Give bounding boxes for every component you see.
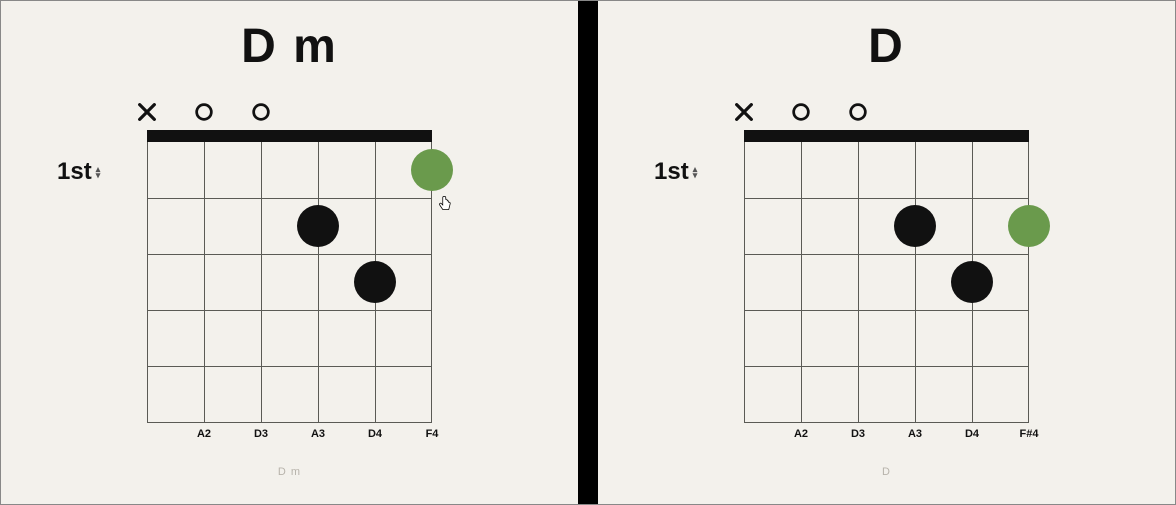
fret-line <box>744 310 1029 311</box>
fret-stepper[interactable]: ▴ ▾ <box>693 166 698 178</box>
fretboard-container: 1st ▴ ▾ <box>147 130 432 444</box>
chord-caption: D m <box>278 466 301 478</box>
fret-number-text: 1st <box>57 158 92 186</box>
finger-dot[interactable] <box>297 205 339 247</box>
string-line <box>801 142 802 422</box>
string-status-row <box>147 100 432 124</box>
string-line <box>318 142 319 422</box>
note-label: D4 <box>368 428 382 440</box>
fretboard[interactable] <box>744 142 1029 422</box>
chevron-down-icon[interactable]: ▾ <box>96 172 101 178</box>
fret-line <box>744 422 1029 423</box>
finger-dot-root[interactable] <box>1008 205 1050 247</box>
mute-icon <box>733 101 755 123</box>
mute-icon <box>136 101 158 123</box>
finger-dot[interactable] <box>354 261 396 303</box>
starting-fret-label: 1st ▴ ▾ <box>654 158 697 186</box>
fret-line <box>147 366 432 367</box>
starting-fret-label: 1st ▴ ▾ <box>57 158 100 186</box>
cursor-hand-icon <box>436 196 454 214</box>
note-label: D3 <box>254 428 268 440</box>
note-label: A2 <box>197 428 211 440</box>
open-string-icon <box>193 101 215 123</box>
string-line <box>147 142 148 422</box>
fret-line <box>147 310 432 311</box>
fret-stepper[interactable]: ▴ ▾ <box>96 166 101 178</box>
finger-dot[interactable] <box>894 205 936 247</box>
finger-dot[interactable] <box>951 261 993 303</box>
nut-bar <box>744 130 1029 142</box>
chord-name: D m <box>241 19 338 74</box>
chord-panel-d: D 1st ▴ ▾ <box>598 1 1175 504</box>
note-label: D3 <box>851 428 865 440</box>
open-string-icon <box>250 101 272 123</box>
fret-line <box>147 422 432 423</box>
fret-line <box>744 254 1029 255</box>
string-line <box>858 142 859 422</box>
note-label: D4 <box>965 428 979 440</box>
fret-number-text: 1st <box>654 158 689 186</box>
note-label: F4 <box>426 428 439 440</box>
string-line <box>915 142 916 422</box>
chevron-down-icon[interactable]: ▾ <box>693 172 698 178</box>
chord-name: D <box>868 19 905 74</box>
string-line <box>261 142 262 422</box>
string-line <box>744 142 745 422</box>
fret-line <box>147 254 432 255</box>
note-label: F#4 <box>1020 428 1039 440</box>
fret-line <box>744 198 1029 199</box>
nut-bar <box>147 130 432 142</box>
note-labels-row: A2 D3 A3 D4 F#4 <box>744 428 1029 444</box>
string-status-row <box>744 100 1029 124</box>
fret-line <box>744 366 1029 367</box>
note-label: A3 <box>908 428 922 440</box>
chord-panel-dm: D m 1st ▴ ▾ <box>1 1 578 504</box>
open-string-icon <box>790 101 812 123</box>
note-label: A2 <box>794 428 808 440</box>
note-label: A3 <box>311 428 325 440</box>
fretboard[interactable] <box>147 142 432 422</box>
finger-dot-root[interactable] <box>411 149 453 191</box>
string-line <box>204 142 205 422</box>
note-labels-row: A2 D3 A3 D4 F4 <box>147 428 432 444</box>
open-string-icon <box>847 101 869 123</box>
string-line <box>1028 142 1029 422</box>
fretboard-container: 1st ▴ ▾ A2 D3 <box>744 130 1029 444</box>
fret-line <box>147 198 432 199</box>
chord-caption: D <box>882 466 891 478</box>
